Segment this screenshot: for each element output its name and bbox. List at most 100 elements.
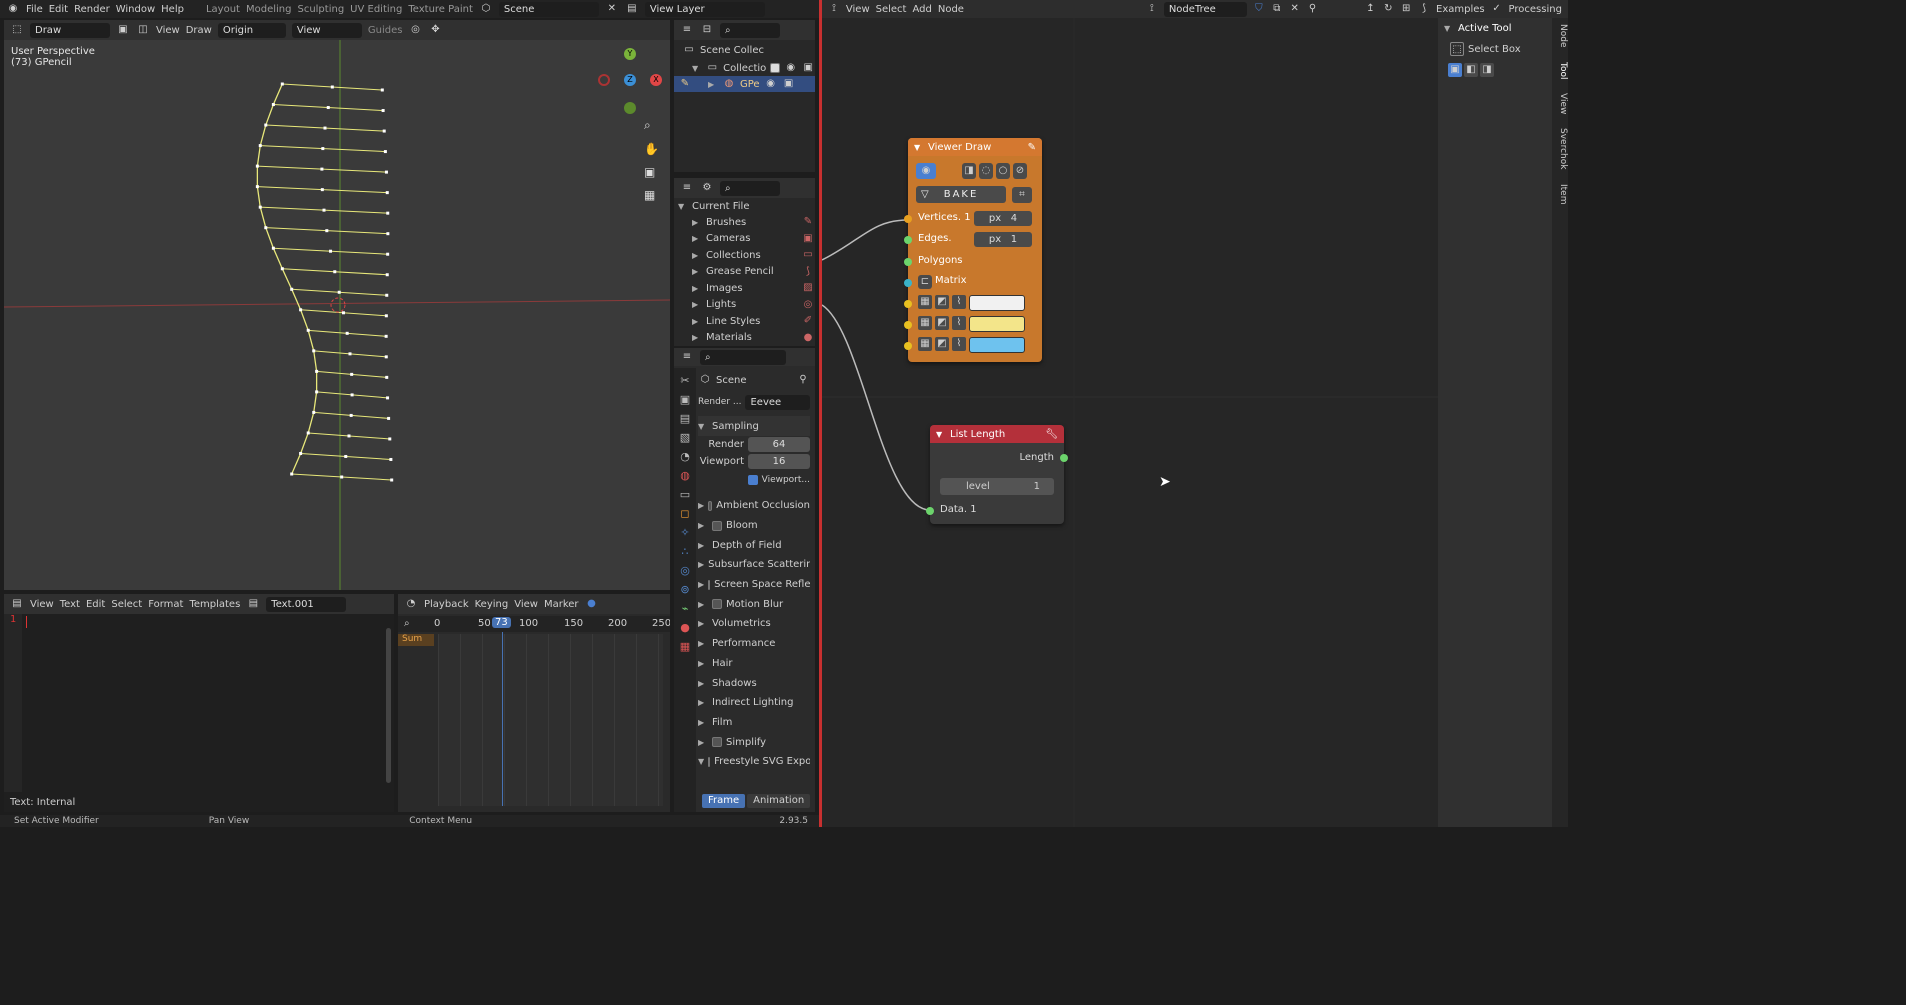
socket-color-edge[interactable] bbox=[904, 321, 912, 329]
active-tool-row[interactable]: ⬚ Select Box bbox=[1438, 38, 1552, 60]
menu-render[interactable]: Render bbox=[74, 4, 110, 15]
wrench-icon[interactable]: 🔧︎ bbox=[1045, 429, 1058, 440]
display-icon[interactable]: ▦ bbox=[918, 316, 932, 330]
workspace-tab-layout[interactable]: Layout bbox=[206, 4, 240, 15]
physics-tab-icon[interactable]: ◎ bbox=[680, 564, 690, 577]
eye-icon[interactable]: ◉ bbox=[784, 61, 798, 75]
socket-length[interactable] bbox=[1060, 454, 1068, 462]
search-icon[interactable]: ⌕ bbox=[404, 618, 410, 629]
text-name-field[interactable]: Text.001 bbox=[266, 596, 347, 612]
menu-window[interactable]: Window bbox=[116, 4, 155, 15]
properties-panel-header[interactable]: ▶ Hair bbox=[698, 654, 810, 674]
shading-icon[interactable]: ◩ bbox=[935, 337, 949, 351]
outliner-search[interactable]: ⌕ bbox=[720, 22, 780, 38]
editor-type-icon[interactable]: ▤ bbox=[10, 597, 24, 611]
properties-panel-header[interactable]: ▶ Screen Space Refle bbox=[698, 575, 810, 595]
vertex-mode-icon[interactable]: ◨ bbox=[962, 163, 976, 179]
properties-panel-header[interactable]: ▶ Depth of Field bbox=[698, 535, 810, 555]
blendfile-item[interactable]: ▶ Lights ◎ bbox=[674, 297, 815, 314]
autokey-icon[interactable]: ● bbox=[585, 597, 599, 611]
gizmo-neg-y-icon[interactable] bbox=[624, 102, 636, 114]
blendfile-item[interactable]: ▶ Brushes ✎ bbox=[674, 214, 815, 231]
level-field[interactable]: level 1 bbox=[940, 478, 1054, 495]
socket-color-face[interactable] bbox=[904, 342, 912, 350]
summary-channel[interactable]: Sum bbox=[398, 634, 434, 646]
display-icon[interactable]: ▦ bbox=[918, 337, 932, 351]
color-swatch[interactable] bbox=[969, 337, 1025, 353]
link-icon[interactable]: ⊘ bbox=[1013, 163, 1027, 179]
blendfile-item[interactable]: ▶ Collections ▭ bbox=[674, 247, 815, 264]
panel-enable-checkbox[interactable] bbox=[712, 599, 722, 610]
current-frame-indicator[interactable]: 73 bbox=[492, 617, 511, 628]
camera-icon[interactable]: ▣ bbox=[644, 165, 660, 179]
eye-icon[interactable]: ◉ bbox=[764, 77, 778, 91]
gizmo-neg-x-icon[interactable] bbox=[598, 74, 610, 86]
navigation-gizmo[interactable]: Y Z X bbox=[596, 48, 666, 118]
gizmo-x-icon[interactable]: X bbox=[650, 74, 662, 86]
timeline-ruler[interactable]: ⌕ 0 50 100 150 200 250 73 bbox=[398, 616, 670, 632]
blender-logo-icon[interactable]: ◉ bbox=[6, 2, 20, 16]
render-samples-field[interactable]: 64 bbox=[748, 437, 810, 452]
menu-keying[interactable]: Keying bbox=[475, 599, 509, 610]
menu-edit[interactable]: Edit bbox=[86, 599, 105, 610]
list-length-header[interactable]: ▼ List Length 🔧︎ bbox=[930, 425, 1064, 443]
curve-icon[interactable]: ⌇ bbox=[952, 337, 966, 351]
render-engine-selector[interactable]: Eevee bbox=[745, 394, 810, 410]
text-datablock-icon[interactable]: ▤ bbox=[246, 597, 260, 611]
properties-panel-header[interactable]: ▶ Subsurface Scattering bbox=[698, 555, 810, 575]
tab-item[interactable]: Item bbox=[1554, 184, 1568, 205]
world-tab-icon[interactable]: ◍ bbox=[680, 469, 690, 482]
material-tab-icon[interactable]: ● bbox=[680, 621, 690, 634]
pan-hand-icon[interactable]: ✋ bbox=[644, 142, 660, 156]
display-mode-icon[interactable]: ⚙ bbox=[700, 181, 714, 195]
view-layer-selector[interactable]: View Layer bbox=[644, 1, 765, 17]
menu-view[interactable]: View bbox=[30, 599, 54, 610]
tab-sverchok[interactable]: Sverchok bbox=[1554, 128, 1568, 169]
workspace-tab-texture-paint[interactable]: Texture Paint bbox=[408, 4, 473, 15]
camera-render-icon[interactable]: ▣ bbox=[782, 77, 796, 91]
dopesheet-area[interactable] bbox=[438, 634, 663, 806]
pencil-icon[interactable]: ✎ bbox=[1028, 142, 1036, 153]
modifier-tab-icon[interactable]: ✧ bbox=[680, 526, 689, 539]
menu-view[interactable]: View bbox=[514, 599, 538, 610]
editor-type-icon[interactable]: ≡ bbox=[680, 350, 694, 364]
pencil-icon[interactable]: ✎ bbox=[678, 77, 692, 91]
curve-icon[interactable]: ⌇ bbox=[952, 316, 966, 330]
matrix-icon[interactable]: ⊏ bbox=[918, 275, 932, 289]
vertex-size-field[interactable]: px 4 bbox=[974, 211, 1032, 226]
text-scrollbar[interactable] bbox=[386, 628, 391, 783]
node-editor[interactable]: ⟟ View Select Add Node ⟟ NodeTree ⛉ ⧉ ✕ … bbox=[822, 0, 1568, 827]
scene-icon[interactable]: ⬡ bbox=[479, 2, 493, 16]
tab-tool[interactable]: Tool bbox=[1554, 62, 1568, 79]
blendfile-item[interactable]: ▶ Grease Pencil ⟆ bbox=[674, 264, 815, 281]
select-new-icon[interactable]: ▣ bbox=[1448, 63, 1462, 77]
panel-enable-checkbox[interactable] bbox=[712, 737, 722, 748]
menu-select[interactable]: Select bbox=[111, 599, 142, 610]
sampling-panel-header[interactable]: ▼ Sampling bbox=[698, 416, 810, 436]
workspace-tab-uv-editing[interactable]: UV Editing bbox=[350, 4, 402, 15]
scene-selector[interactable]: Scene bbox=[498, 1, 599, 17]
properties-panel-header[interactable]: ▶ Simplify bbox=[698, 732, 810, 752]
tab-view[interactable]: View bbox=[1554, 93, 1568, 114]
blendfile-item[interactable]: ▶ Line Styles ✐ bbox=[674, 313, 815, 330]
animation-button[interactable]: Animation bbox=[747, 794, 811, 808]
color-swatch[interactable] bbox=[969, 316, 1025, 332]
socket-edges[interactable] bbox=[904, 236, 912, 244]
blendfile-item[interactable]: ▶ Cameras ▣ bbox=[674, 231, 815, 248]
gizmo-z-icon[interactable]: Z bbox=[624, 74, 636, 86]
properties-panel-header[interactable]: ▶ Motion Blur bbox=[698, 594, 810, 614]
display-icon[interactable]: ▦ bbox=[918, 295, 932, 309]
shading-icon[interactable]: ◩ bbox=[935, 295, 949, 309]
zoom-icon[interactable]: ⌕ bbox=[644, 118, 660, 133]
menu-templates[interactable]: Templates bbox=[189, 599, 240, 610]
panel-enable-checkbox[interactable] bbox=[708, 500, 713, 511]
socket-data[interactable] bbox=[926, 507, 934, 515]
blendfile-item[interactable]: ▶ Images ▨ bbox=[674, 280, 815, 297]
shading-icon[interactable]: ◩ bbox=[935, 316, 949, 330]
frame-button[interactable]: Frame bbox=[702, 794, 746, 808]
current-file-item[interactable]: ▼ Current File bbox=[674, 198, 815, 214]
properties-panel-header[interactable]: ▶ Volumetrics bbox=[698, 614, 810, 634]
outliner-collection[interactable]: ▼ ▭ Collectio ◉ ▣ bbox=[674, 60, 815, 76]
menu-edit[interactable]: Edit bbox=[49, 4, 68, 15]
view-layer-tab-icon[interactable]: ▧ bbox=[680, 431, 690, 444]
